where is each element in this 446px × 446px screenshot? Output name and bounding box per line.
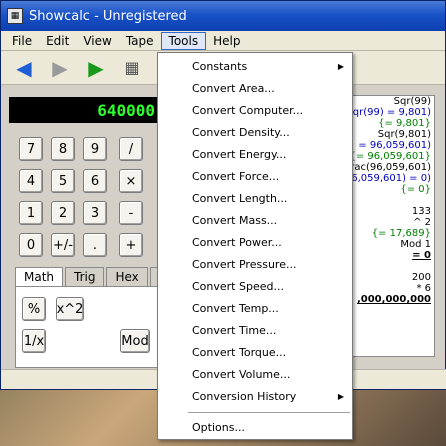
tape-line: = 96,059,601) xyxy=(358,140,431,151)
menu-item-label: Convert Energy... xyxy=(192,148,287,161)
menu-item-label: Convert Power... xyxy=(192,236,282,249)
tape-line: Sqr(99) = 9,801) xyxy=(346,107,431,118)
tab-hex[interactable]: Hex xyxy=(106,267,148,286)
tools-menu-item[interactable]: Constants ▶ xyxy=(158,56,352,78)
tools-menu-item[interactable]: Convert Time... xyxy=(158,320,352,342)
menu-item-label: Conversion History xyxy=(192,390,297,403)
tape-line: * 6 xyxy=(416,283,431,294)
menu-item-label: Convert Temp... xyxy=(192,302,279,315)
tools-menu-item[interactable]: Convert Power... xyxy=(158,232,352,254)
calculator-icon[interactable]: ▦ xyxy=(117,54,147,82)
menu-item-label: Convert Speed... xyxy=(192,280,284,293)
tape-line: = 0 xyxy=(412,250,431,261)
tape-line: Mod 1 xyxy=(400,239,431,250)
tools-menu-item[interactable]: Convert Pressure... xyxy=(158,254,352,276)
tools-menu-item[interactable]: Convert Area... xyxy=(158,78,352,100)
menu-item-label: Convert Area... xyxy=(192,82,275,95)
tape-line: {= 9,801} xyxy=(378,118,431,129)
back-arrow-icon[interactable]: ◀ xyxy=(9,54,39,82)
key-5[interactable]: 5 xyxy=(51,169,75,193)
math-tab-panel: % x^2 1/x Mod xyxy=(15,286,163,368)
tools-menu-item[interactable]: Convert Temp... xyxy=(158,298,352,320)
tape-line: ^ 2 xyxy=(413,217,431,228)
mod-button[interactable]: Mod xyxy=(120,329,150,353)
menu-file[interactable]: File xyxy=(5,33,39,49)
key-8[interactable]: 8 xyxy=(51,137,75,161)
tools-menu-item[interactable]: Convert Force... xyxy=(158,166,352,188)
menu-tape[interactable]: Tape xyxy=(119,33,161,49)
menu-separator xyxy=(188,412,350,413)
calculator-icon: ▦ xyxy=(7,8,23,24)
tools-menu-item[interactable]: Convert Mass... xyxy=(158,210,352,232)
tape-line: 6,059,601) = 0) xyxy=(351,173,431,184)
menu-tools[interactable]: Tools xyxy=(160,31,207,50)
reciprocal-button[interactable]: 1/x xyxy=(22,329,46,353)
menu-item-label: Constants xyxy=(192,60,248,73)
tape-line: {= 96,059,601} xyxy=(349,151,431,162)
menu-item-label: Convert Torque... xyxy=(192,346,287,359)
tools-menu-item[interactable]: Convert Speed... xyxy=(158,276,352,298)
tape-line: Sqr(99) xyxy=(393,96,431,107)
tools-menu: Constants ▶ Convert Area... Convert Compute… xyxy=(157,52,353,440)
tab-math[interactable]: Math xyxy=(15,267,64,286)
menu-item-label: Convert Length... xyxy=(192,192,288,205)
submenu-arrow-icon: ▶ xyxy=(337,392,344,401)
key-plus-minus[interactable]: +/- xyxy=(51,233,75,257)
tools-menu-item[interactable]: Convert Computer... xyxy=(158,100,352,122)
tab-trig[interactable]: Trig xyxy=(65,267,105,286)
key-9[interactable]: 9 xyxy=(83,137,107,161)
key-divide[interactable]: / xyxy=(119,137,143,161)
menu-item-label: Convert Pressure... xyxy=(192,258,297,271)
percent-button[interactable]: % xyxy=(22,297,46,321)
square-button[interactable]: x^2 xyxy=(56,297,84,321)
window-title: Showcalc - Unregistered xyxy=(29,8,187,24)
menu-view[interactable]: View xyxy=(76,33,118,49)
menu-item-label: Convert Time... xyxy=(192,324,277,337)
tape-line: {= 17,689} xyxy=(371,228,431,239)
tools-menu-item[interactable]: Convert Energy... xyxy=(158,144,352,166)
title-bar[interactable]: ▦ Showcalc - Unregistered xyxy=(1,1,445,31)
tape-line: 133 xyxy=(411,206,431,217)
tape-line: ,000,000,000 xyxy=(356,294,431,305)
key-3[interactable]: 3 xyxy=(83,201,107,225)
tools-menu-item[interactable]: Convert Volume... xyxy=(158,364,352,386)
menu-item-label: Convert Mass... xyxy=(192,214,278,227)
tools-menu-item[interactable]: Convert Length... xyxy=(158,188,352,210)
menu-item-label: Convert Volume... xyxy=(192,368,291,381)
forward-arrow-icon[interactable]: ▶ xyxy=(45,54,75,82)
key-add[interactable]: + xyxy=(119,233,143,257)
menu-item-label: Convert Computer... xyxy=(192,104,304,117)
key-multiply[interactable]: × xyxy=(119,169,143,193)
tools-menu-item[interactable]: Convert Density... xyxy=(158,122,352,144)
key-0[interactable]: 0 xyxy=(19,233,43,257)
key-1[interactable]: 1 xyxy=(19,201,43,225)
menu-help[interactable]: Help xyxy=(206,33,247,49)
tape-history[interactable]: Sqr(99) Sqr(99) = 9,801) {= 9,801} Sqr(9,80… xyxy=(341,95,435,357)
key-7[interactable]: 7 xyxy=(19,137,43,161)
tape-line: {= 0} xyxy=(400,184,431,195)
menu-options[interactable]: Options... xyxy=(158,417,352,439)
menu-item-label: Convert Force... xyxy=(192,170,280,183)
tape-line xyxy=(342,261,434,272)
tools-menu-item[interactable]: Convert Torque... xyxy=(158,342,352,364)
menu-item-label: Convert Density... xyxy=(192,126,290,139)
key-4[interactable]: 4 xyxy=(19,169,43,193)
key-6[interactable]: 6 xyxy=(83,169,107,193)
submenu-arrow-icon: ▶ xyxy=(337,62,344,71)
tape-line xyxy=(342,195,434,206)
key-2[interactable]: 2 xyxy=(51,201,75,225)
tape-line: Sqr(9,801) xyxy=(377,129,431,140)
key-subtract[interactable]: - xyxy=(119,201,143,225)
calculator-display: 640000 xyxy=(9,97,159,123)
menu-bar: File Edit View Tape Tools Help xyxy=(1,31,445,51)
tools-menu-item[interactable]: Conversion History ▶ xyxy=(158,386,352,408)
tape-line: rac(96,059,601) xyxy=(350,162,431,173)
tape-line: 200 xyxy=(411,272,431,283)
play-icon[interactable]: ▶ xyxy=(81,54,111,82)
menu-edit[interactable]: Edit xyxy=(39,33,76,49)
key-decimal[interactable]: . xyxy=(83,233,107,257)
